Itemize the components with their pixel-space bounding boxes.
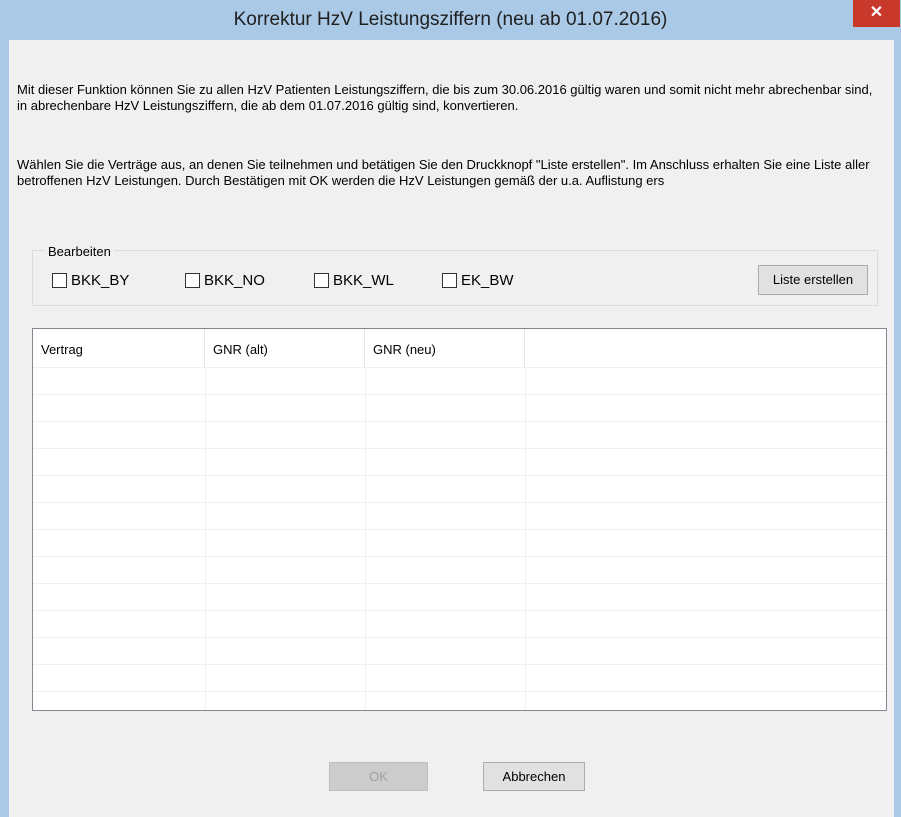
checkbox-box[interactable]: [442, 272, 457, 288]
description-paragraph-2: Wählen Sie die Verträge aus, an denen Si…: [17, 157, 870, 188]
checkbox-label: BKK_NO: [204, 271, 265, 289]
close-icon: ✕: [869, 4, 884, 21]
row-divider: [33, 421, 886, 422]
row-divider: [33, 610, 886, 611]
row-divider: [33, 691, 886, 692]
window-title: Korrektur HzV Leistungsziffern (neu ab 0…: [233, 9, 668, 30]
row-divider: [33, 529, 886, 530]
title-bar[interactable]: Korrektur HzV Leistungsziffern (neu ab 0…: [0, 0, 901, 40]
table-header: Vertrag GNR (alt) GNR (neu): [33, 329, 886, 367]
results-table[interactable]: Vertrag GNR (alt) GNR (neu): [32, 328, 887, 711]
checkbox-bkk-no[interactable]: BKK_NO: [185, 270, 265, 290]
checkbox-ek-bw[interactable]: EK_BW: [442, 270, 514, 290]
row-divider: [33, 664, 886, 665]
checkbox-label: BKK_WL: [333, 271, 394, 289]
row-divider: [33, 502, 886, 503]
row-divider: [33, 637, 886, 638]
create-list-button[interactable]: Liste erstellen: [758, 265, 868, 295]
column-header-gnr-alt[interactable]: GNR (alt): [205, 329, 365, 367]
row-divider: [33, 367, 886, 368]
ok-button[interactable]: OK: [329, 762, 428, 791]
checkbox-box[interactable]: [185, 272, 200, 288]
dialog-window: Korrektur HzV Leistungsziffern (neu ab 0…: [0, 0, 901, 817]
column-header-gnr-neu[interactable]: GNR (neu): [365, 329, 525, 367]
checkbox-box[interactable]: [314, 272, 329, 288]
column-divider: [525, 367, 526, 710]
column-header-vertrag[interactable]: Vertrag: [33, 329, 205, 367]
checkbox-label: BKK_BY: [71, 271, 130, 289]
row-divider: [33, 556, 886, 557]
checkbox-label: EK_BW: [461, 271, 514, 289]
checkbox-bkk-wl[interactable]: BKK_WL: [314, 270, 394, 290]
row-divider: [33, 583, 886, 584]
checkbox-box[interactable]: [52, 272, 67, 288]
description-paragraph-1: Mit dieser Funktion können Sie zu allen …: [17, 82, 873, 113]
column-divider: [205, 367, 206, 710]
row-divider: [33, 448, 886, 449]
close-button[interactable]: ✕: [853, 0, 900, 27]
checkbox-bkk-by[interactable]: BKK_BY: [52, 270, 129, 290]
column-divider: [365, 367, 366, 710]
cancel-button[interactable]: Abbrechen: [483, 762, 585, 791]
groupbox-label: Bearbeiten: [45, 244, 114, 259]
row-divider: [33, 475, 886, 476]
row-divider: [33, 394, 886, 395]
